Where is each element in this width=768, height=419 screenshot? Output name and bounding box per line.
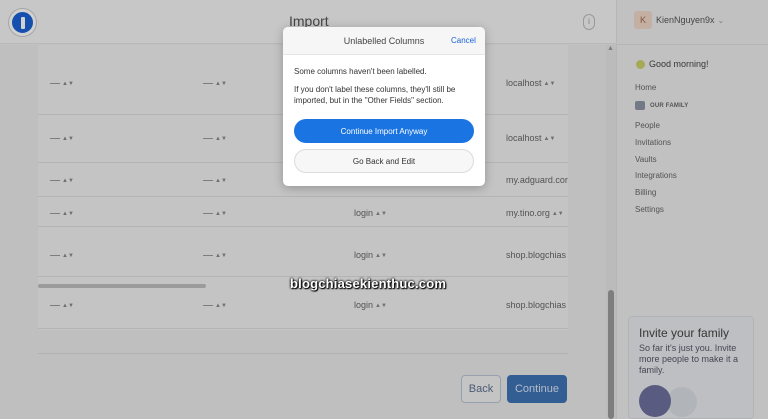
unlabelled-columns-dialog: Unlabelled Columns Cancel Some columns h… (283, 27, 485, 186)
go-back-and-edit-button[interactable]: Go Back and Edit (294, 149, 474, 173)
continue-import-anyway-button[interactable]: Continue Import Anyway (294, 119, 474, 143)
dialog-detail: If you don't label these columns, they'l… (294, 85, 456, 105)
dialog-message: Some columns haven't been labelled. (294, 67, 427, 76)
dialog-header: Unlabelled Columns Cancel (283, 27, 485, 55)
watermark: blogchiasekienthuc.com (290, 276, 447, 291)
cancel-button[interactable]: Cancel (451, 36, 476, 45)
